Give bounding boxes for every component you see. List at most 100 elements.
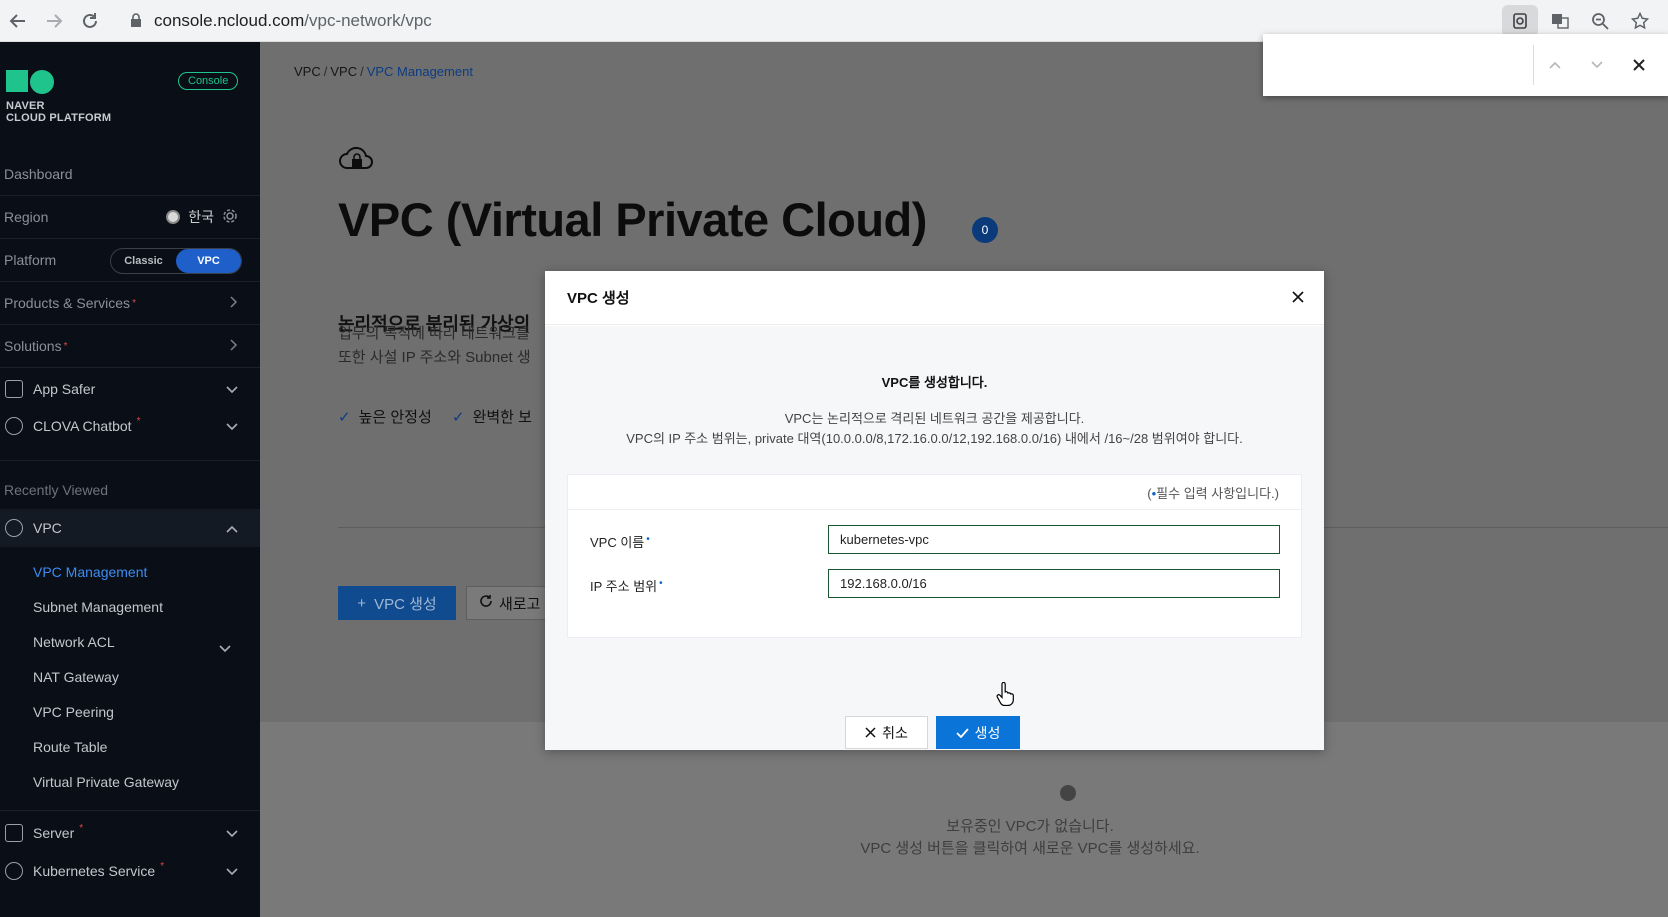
lock-icon <box>130 12 142 31</box>
required-mark: * <box>63 340 68 352</box>
breadcrumb-separator: / <box>360 64 364 79</box>
sidebar-divider <box>0 460 260 461</box>
find-in-page-icon[interactable] <box>1502 5 1538 37</box>
sidebar-item-nat-gateway[interactable]: NAT Gateway <box>33 669 119 685</box>
sidebar-item-vpc-peering[interactable]: VPC Peering <box>33 704 114 720</box>
gear-icon[interactable] <box>222 208 238 227</box>
sidebar-item-dashboard[interactable]: Dashboard <box>0 153 260 196</box>
logo-text: NAVER CLOUD PLATFORM <box>6 100 112 124</box>
bookmark-star-icon[interactable] <box>1622 5 1658 37</box>
cancel-button[interactable]: 취소 <box>845 716 928 749</box>
close-icon[interactable] <box>1286 285 1310 309</box>
check-icon: ✓ <box>452 409 465 426</box>
korea-flag-icon <box>166 210 181 224</box>
breadcrumb-item[interactable]: VPC <box>330 64 357 79</box>
sidebar-item-products-services[interactable]: Products & Services * <box>0 282 260 325</box>
sidebar-item-network-acl[interactable]: Network ACL <box>33 634 115 650</box>
sidebar-region[interactable]: Region 한국 <box>0 196 260 239</box>
required-mark: * <box>136 415 141 427</box>
vpc-name-label: VPC 이름 • <box>590 534 650 550</box>
required-mark: * <box>132 297 136 309</box>
sidebar-item-vpc-management[interactable]: VPC Management <box>33 564 147 580</box>
region-label: Region <box>4 209 49 225</box>
reload-icon[interactable] <box>72 3 108 39</box>
ip-range-label: IP 주소 범위 • <box>590 578 663 594</box>
cloud-lock-icon <box>338 144 374 179</box>
feature-item: ✓ 완벽한 보 <box>452 409 532 426</box>
chevron-down-icon <box>226 825 238 841</box>
empty-state-text: 보유중인 VPC가 없습니다. <box>946 818 1114 835</box>
check-icon <box>955 725 969 741</box>
create-vpc-modal: VPC 생성 VPC를 생성합니다. VPC는 논리적으로 격리된 네트워크 공… <box>545 271 1324 750</box>
find-input[interactable] <box>1263 34 1533 96</box>
platform-toggle[interactable]: Classic VPC <box>110 248 242 274</box>
description-line: 또한 사설 IP 주소와 Subnet 생 <box>338 349 531 366</box>
vpc-count-badge: 0 <box>972 217 998 243</box>
create-vpc-button[interactable]: + VPC 생성 <box>338 586 456 620</box>
console-badge[interactable]: Console <box>178 72 239 90</box>
vpc-name-input[interactable] <box>828 525 1280 554</box>
sidebar-item-server[interactable]: Server * <box>0 815 260 851</box>
sidebar-item-kubernetes-service[interactable]: Kubernetes Service * <box>0 853 260 889</box>
plus-icon: + <box>357 594 367 612</box>
translate-icon[interactable] <box>1542 5 1578 37</box>
url-text: console.ncloud.com/vpc-network/vpc <box>154 11 432 30</box>
platform-label: Platform <box>4 252 57 268</box>
chevron-down-icon <box>226 418 238 434</box>
ncp-logo[interactable]: NAVER CLOUD PLATFORM <box>6 70 111 124</box>
chevron-up-icon <box>226 520 238 536</box>
modal-title: VPC 생성 <box>545 271 1324 325</box>
logo-mark-icon <box>6 70 111 94</box>
sidebar-item-label: Server <box>33 825 75 841</box>
find-next-icon[interactable] <box>1576 44 1618 86</box>
sidebar-item-virtual-private-gateway[interactable]: Virtual Private Gateway <box>33 774 179 790</box>
description-line: 업무의 목적에 따라 네트워크를 <box>338 325 530 342</box>
forward-icon[interactable] <box>36 3 72 39</box>
chevron-down-icon <box>226 863 238 879</box>
kubernetes-icon <box>5 862 23 880</box>
refresh-button[interactable]: 새로고 <box>466 586 556 620</box>
back-icon[interactable] <box>0 3 36 39</box>
sidebar-item-route-table[interactable]: Route Table <box>33 739 107 755</box>
required-mark: * <box>79 822 84 834</box>
chevron-right-icon <box>230 295 238 311</box>
vpc-cloud-icon <box>5 519 23 537</box>
find-prev-icon[interactable] <box>1534 44 1576 86</box>
sidebar-item-subnet-management[interactable]: Subnet Management <box>33 599 163 615</box>
address-bar[interactable]: console.ncloud.com/vpc-network/vpc <box>118 4 1648 38</box>
empty-state-icon <box>1060 785 1076 801</box>
platform-vpc-option[interactable]: VPC <box>176 249 241 273</box>
platform-classic-option[interactable]: Classic <box>111 249 176 273</box>
create-button[interactable]: 생성 <box>936 716 1020 749</box>
sidebar-item-label: CLOVA Chatbot <box>33 418 132 434</box>
check-icon: ✓ <box>338 409 351 426</box>
sidebar-platform: Platform Classic VPC <box>0 239 260 282</box>
region-value: 한국 <box>188 209 214 225</box>
sidebar-item-label: App Safer <box>33 381 96 397</box>
chevron-down-icon <box>219 640 231 658</box>
region-selector[interactable]: 한국 <box>166 207 238 227</box>
modal-body: VPC를 생성합니다. VPC는 논리적으로 격리된 네트워크 공간을 제공합니… <box>545 326 1324 750</box>
form-divider <box>568 509 1303 510</box>
sidebar-item-vpc[interactable]: VPC <box>0 509 260 547</box>
chevron-right-icon <box>230 338 238 354</box>
breadcrumb: VPC / VPC / VPC Management <box>294 64 473 79</box>
breadcrumb-current: VPC Management <box>366 64 473 79</box>
zoom-icon[interactable] <box>1582 5 1618 37</box>
sidebar-item-clova-chatbot[interactable]: CLOVA Chatbot * <box>0 408 260 444</box>
sidebar: NAVER CLOUD PLATFORM Console Dashboard Re… <box>0 42 260 917</box>
sidebar-item-label: Products & Services <box>4 295 131 311</box>
sidebar-item-solutions[interactable]: Solutions * <box>0 325 260 368</box>
app-safer-icon <box>5 380 23 398</box>
sidebar-divider <box>0 810 260 811</box>
browser-actions <box>1502 4 1668 38</box>
required-note: (•필수 입력 사항입니다.) <box>1147 486 1279 501</box>
sidebar-item-app-safer[interactable]: App Safer <box>0 371 260 407</box>
ip-range-input[interactable] <box>828 569 1280 598</box>
required-bullet-icon: • <box>659 578 663 589</box>
chatbot-icon <box>5 417 23 435</box>
find-close-icon[interactable] <box>1618 44 1660 86</box>
required-mark: * <box>160 860 165 872</box>
required-bullet-icon: • <box>646 534 650 545</box>
breadcrumb-item[interactable]: VPC <box>294 64 321 79</box>
